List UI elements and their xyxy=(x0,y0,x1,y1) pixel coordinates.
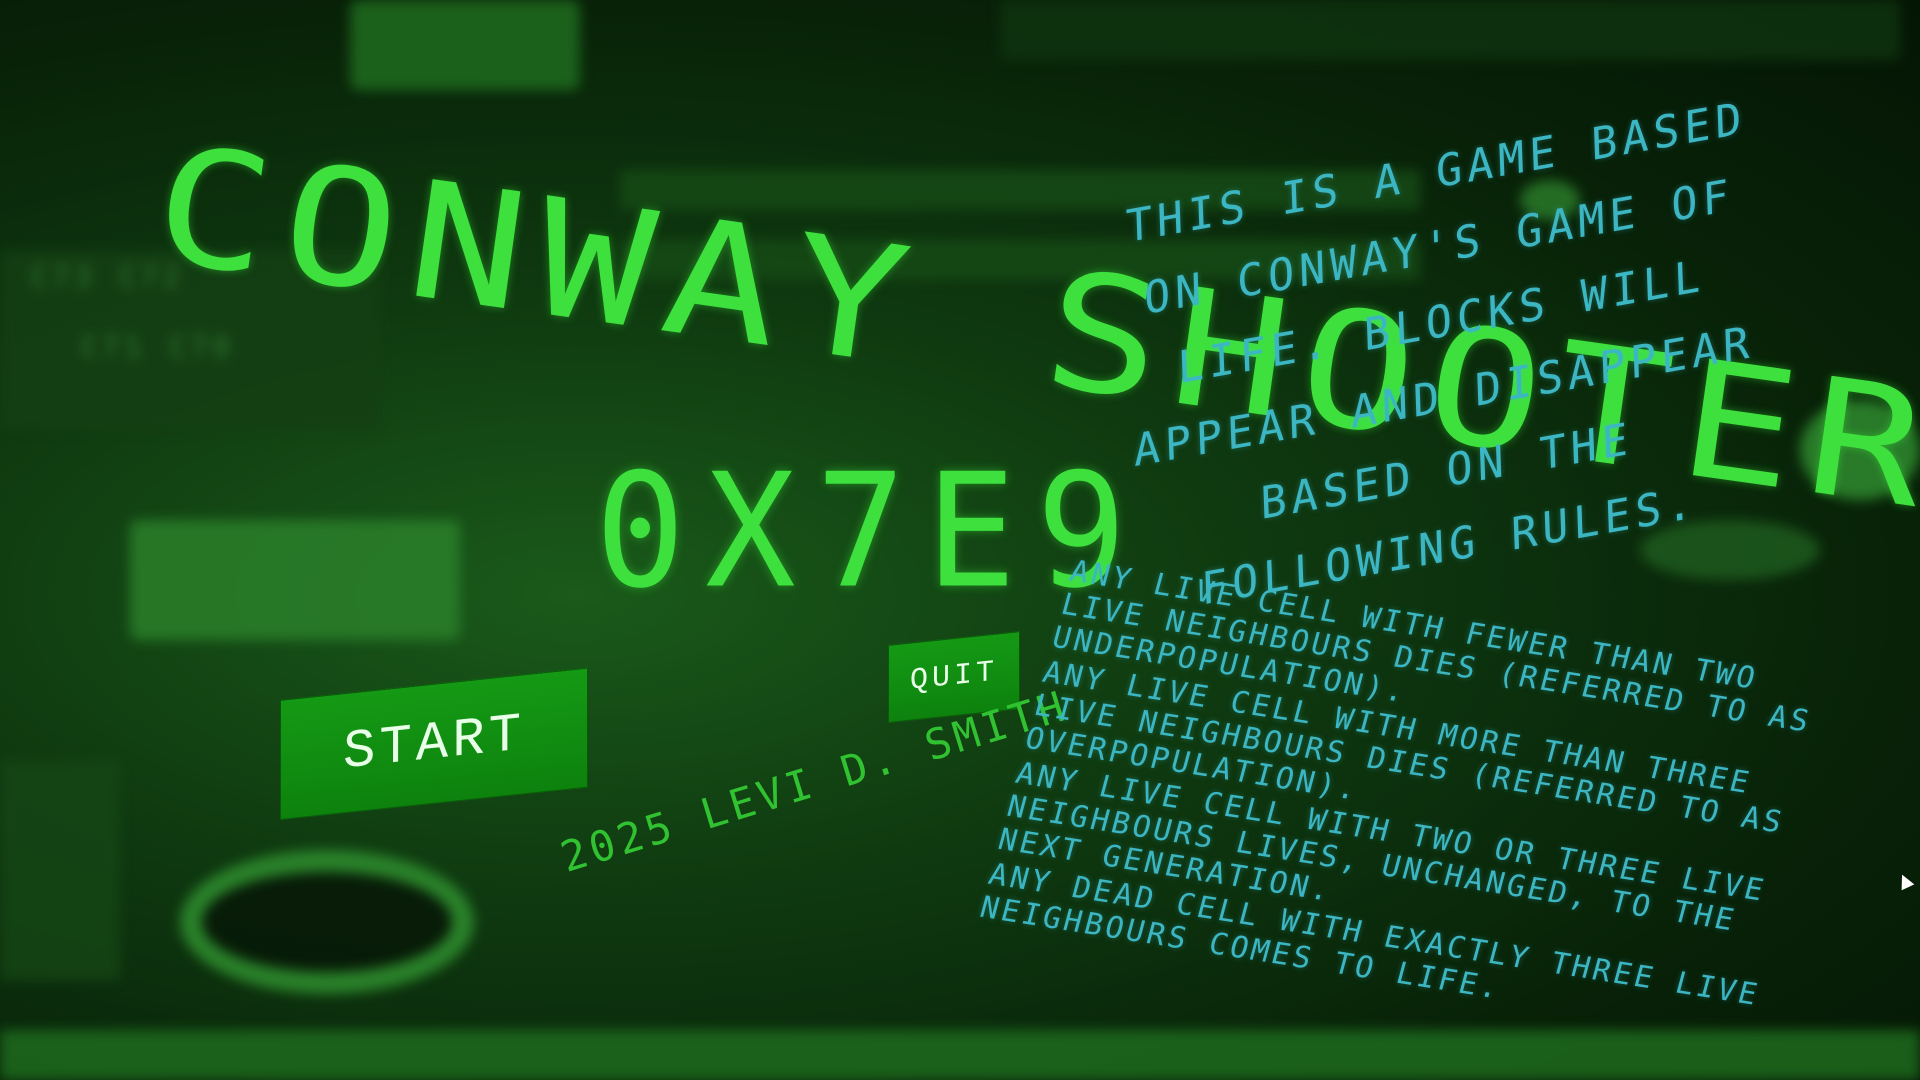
circuit-ring xyxy=(180,850,474,994)
circuit-silkscreen: C71 C70 xyxy=(80,330,235,365)
circuit-component xyxy=(350,0,580,90)
title-screen: C73 C72 C71 C70 CONWAY SHOOTER 0X7E9 STA… xyxy=(0,0,1920,1080)
circuit-trace xyxy=(1000,0,1900,60)
circuit-trace xyxy=(0,760,120,980)
circuit-trace xyxy=(0,1030,1920,1080)
circuit-component xyxy=(130,520,460,640)
